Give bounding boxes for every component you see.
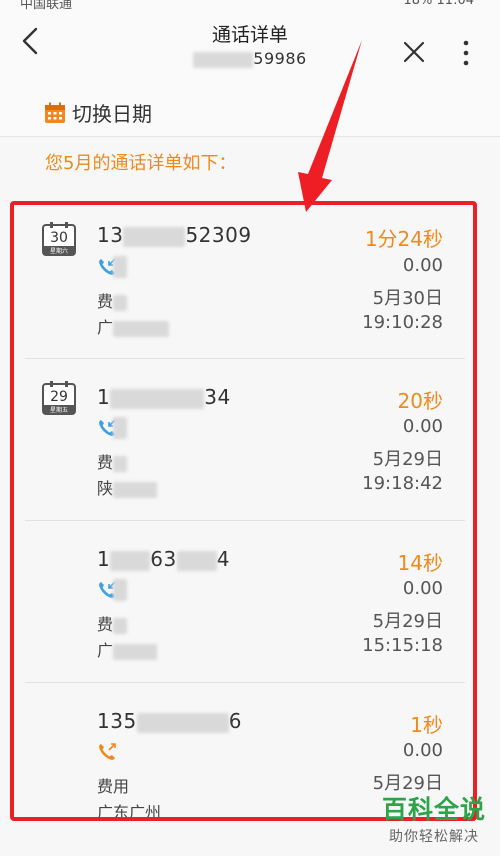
call-time: 19:10:28 [362, 312, 443, 333]
summary-text: 您5月的通话详单如下： [45, 153, 237, 174]
call-location: 广 [97, 637, 158, 661]
number-suffix: 4 [216, 547, 230, 571]
calendar-date-icon: 30 星期六 [42, 222, 76, 256]
status-bar: 中国联通 18% 11:04 [0, 0, 500, 12]
status-right: 18% 11:04 [403, 0, 474, 8]
carrier-label: 中国联通 [20, 0, 73, 12]
fee-label-text: 费 [97, 292, 114, 311]
date-switch-row: 切换日期 [0, 82, 500, 137]
call-record[interactable]: 29 星期五 1 34 20秒 0.00 费 5月29日 陕 19:18:42 [25, 359, 465, 521]
calendar-weekday: 星期五 [50, 406, 68, 414]
switch-date-button[interactable]: 切换日期 [44, 98, 152, 127]
call-date: 5月29日 [372, 449, 443, 470]
redacted-block [110, 388, 205, 409]
close-icon[interactable] [402, 40, 426, 64]
watermark-subtitle: 助你轻松解决 [388, 829, 479, 845]
number-prefix: 1 [97, 547, 111, 571]
fee-label: 费 [97, 288, 128, 312]
calendar-day: 29 [50, 389, 68, 405]
top-bar: 通话详单 59986 [0, 12, 500, 82]
call-time: 15:15:18 [362, 635, 443, 656]
number-suffix: 34 [204, 385, 231, 409]
switch-date-label: 切换日期 [72, 102, 152, 126]
redacted-block [113, 617, 128, 634]
redacted-block [113, 643, 158, 660]
number-suffix: 6 [228, 709, 242, 733]
number-prefix: 13 [97, 223, 124, 247]
fee-label: 费用 [97, 777, 130, 796]
phone-number: 1 34 [97, 385, 231, 409]
calendar-icon [45, 102, 65, 123]
number-prefix: 135 [97, 709, 137, 733]
redacted-block [113, 481, 158, 498]
battery-label: 18% [403, 0, 433, 8]
calendar-day: 30 [50, 230, 68, 246]
number-mid: 63 [150, 547, 177, 571]
call-fee: 0.00 [402, 255, 443, 276]
watermark: 百科全说 助你轻松解决 [382, 790, 486, 846]
call-fee: 0.00 [402, 740, 443, 761]
redacted-block [123, 226, 186, 247]
phone-number: 135 6 [97, 709, 242, 733]
call-duration: 1秒 [410, 713, 443, 737]
number-prefix: 1 [97, 385, 111, 409]
location-text: 陕 [97, 479, 114, 498]
call-location: 广 [97, 314, 170, 338]
redacted-block [113, 579, 127, 601]
call-fee: 0.00 [402, 416, 443, 437]
call-list: 30 星期六 13 52309 1分24秒 0.00 费 5月30日 广 19:1… [25, 210, 465, 833]
call-fee: 0.00 [402, 578, 443, 599]
subtitle-suffix: 59986 [253, 49, 307, 68]
fee-label-text: 费 [97, 615, 114, 634]
location-text: 广 [97, 641, 114, 660]
outgoing-call-icon [99, 743, 116, 760]
phone-number: 1 63 4 [97, 547, 230, 571]
redacted-block [110, 550, 151, 571]
calendar-date-icon: 29 星期五 [42, 381, 76, 415]
redacted-block [113, 417, 127, 439]
call-duration: 1分24秒 [364, 227, 443, 251]
redacted-block [113, 455, 128, 472]
calendar-weekday: 星期六 [50, 247, 68, 255]
redacted-block [113, 256, 127, 278]
redacted-block [136, 712, 229, 733]
clock-label: 11:04 [436, 0, 474, 8]
call-record[interactable]: 30 星期六 13 52309 1分24秒 0.00 费 5月30日 广 19:1… [25, 210, 465, 359]
redacted-block [113, 294, 128, 311]
call-duration: 20秒 [397, 389, 443, 413]
call-duration: 14秒 [397, 551, 443, 575]
call-date: 5月29日 [372, 611, 443, 632]
redacted-block [176, 550, 217, 571]
more-options-icon[interactable] [462, 40, 470, 66]
location-text: 广 [97, 318, 114, 337]
call-record[interactable]: 1 63 4 14秒 0.00 费 5月29日 广 15:15:18 [25, 521, 465, 683]
call-date: 5月30日 [372, 288, 443, 309]
number-suffix: 52309 [185, 223, 252, 247]
call-time: 19:18:42 [362, 473, 443, 494]
call-location: 陕 [97, 475, 158, 499]
fee-label: 费 [97, 611, 128, 635]
fee-label: 费 [97, 449, 128, 473]
redacted-block [113, 320, 170, 337]
phone-number: 13 52309 [97, 223, 252, 247]
call-location: 广东广州 [97, 803, 162, 822]
redacted-block [193, 51, 254, 68]
fee-label-text: 费 [97, 453, 114, 472]
watermark-title: 百科全说 [381, 795, 486, 824]
